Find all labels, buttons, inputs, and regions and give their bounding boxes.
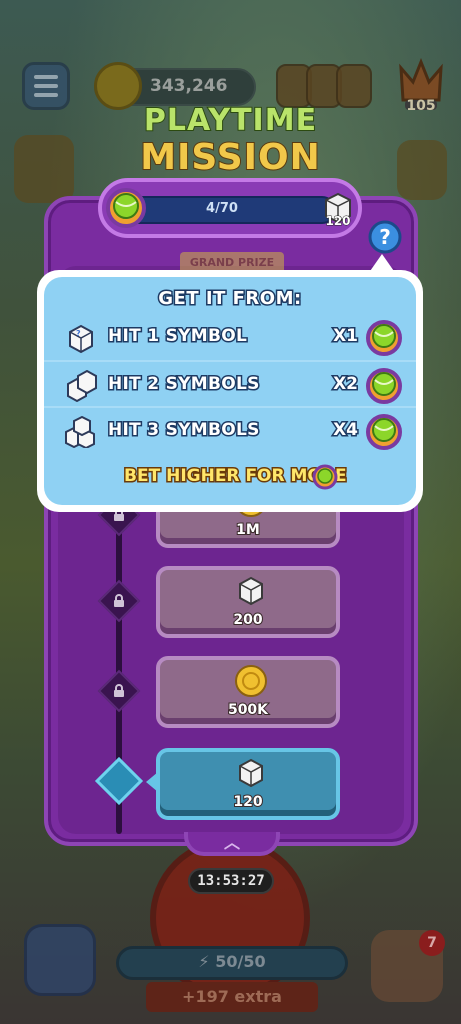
popup-title: GET IT FROM: <box>157 287 303 311</box>
dice-icon <box>239 576 263 606</box>
dice-reward-count: 120 <box>325 214 351 229</box>
mission-title: PLAYTIME MISSION <box>0 103 461 179</box>
title-line1: PLAYTIME <box>143 103 318 139</box>
reward-card-active[interactable]: 120 <box>156 748 340 820</box>
lock-icon <box>114 684 124 697</box>
reward-card[interactable]: 200 <box>156 566 340 638</box>
source-multiplier: X4 <box>332 419 360 442</box>
source-row: ? HIT 1 SYMBOL X1 <box>44 314 416 360</box>
reward-card[interactable]: 500K <box>156 656 340 728</box>
lock-icon <box>114 594 124 607</box>
dice-triple-icon <box>65 416 95 448</box>
source-label: HIT 1 SYMBOL <box>106 325 248 348</box>
source-label: HIT 3 SYMBOLS <box>107 419 261 442</box>
svg-text:?: ? <box>76 329 81 338</box>
energy-count: 50/50 <box>215 952 266 971</box>
reward-label: 1M <box>235 521 261 539</box>
coin-balance: 343,246 <box>150 76 228 96</box>
reward-label: 120 <box>232 793 263 811</box>
svg-text:?: ? <box>379 225 391 249</box>
extra-energy: +197 extra <box>182 987 282 1006</box>
coin-icon <box>235 665 267 697</box>
tennis-ball-icon <box>366 368 402 404</box>
menu-line <box>34 75 58 79</box>
reward-label: 500K <box>227 701 269 719</box>
title-line2: MISSION <box>139 137 321 179</box>
coin-icon <box>94 62 142 110</box>
source-row: HIT 3 SYMBOLS X4 <box>44 408 416 454</box>
reward-label: 200 <box>232 611 263 629</box>
shield-icon <box>336 64 372 108</box>
dice-pair-icon <box>67 370 97 402</box>
tennis-ball-icon <box>312 464 338 490</box>
source-multiplier: X2 <box>332 373 360 396</box>
chevron-up-icon[interactable]: ︿ <box>214 835 250 851</box>
notification-badge: 7 <box>419 930 445 956</box>
source-row: HIT 2 SYMBOLS X2 <box>44 362 416 408</box>
dice-icon <box>239 758 263 788</box>
energy-value: ⚡ 50/50 <box>198 952 266 971</box>
dice-icon: ? <box>69 324 93 354</box>
tennis-ball-icon <box>366 320 402 356</box>
tennis-ball-icon <box>106 188 146 228</box>
menu-line <box>34 93 58 97</box>
shield-button[interactable] <box>24 924 96 996</box>
menu-line <box>34 84 58 88</box>
help-icon[interactable]: ? <box>368 220 402 254</box>
source-multiplier: X1 <box>332 325 360 348</box>
tennis-ball-icon <box>366 414 402 450</box>
mission-timer: 13:53:27 <box>188 868 274 894</box>
menu-button[interactable] <box>22 62 70 110</box>
source-label: HIT 2 SYMBOLS <box>107 373 261 396</box>
